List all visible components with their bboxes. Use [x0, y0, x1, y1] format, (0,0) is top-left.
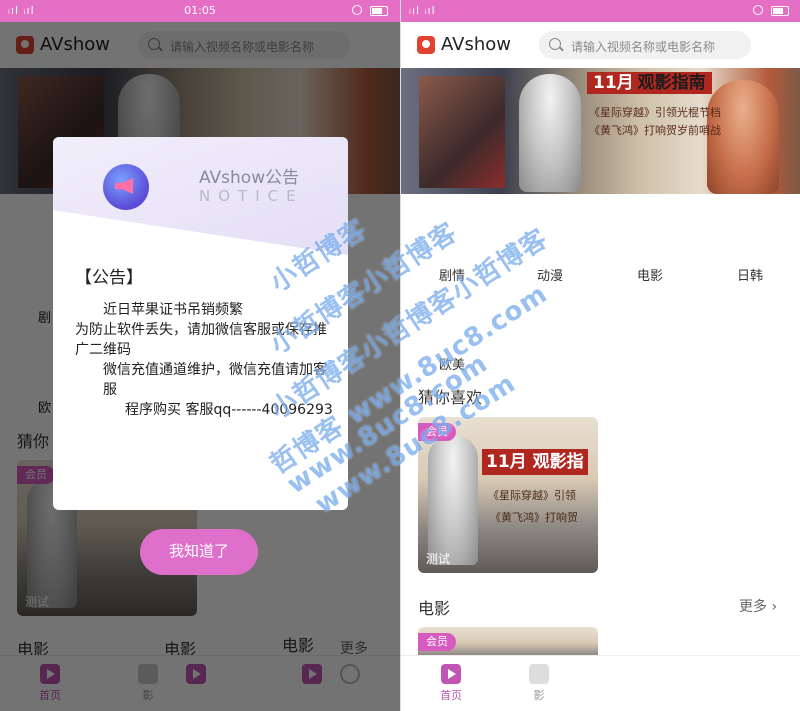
dialog-heading: 【公告】	[75, 268, 143, 288]
category-item[interactable]: 欧美	[439, 354, 465, 373]
category-item[interactable]: 电影	[637, 265, 663, 284]
clock: 01:05	[184, 4, 216, 17]
battery-icon	[771, 6, 789, 16]
right-phone-screen: ᵢıl ᵢıl AVshow 请输入视频名称或电影名称 11月 观影指南 《星际穿…	[400, 0, 800, 711]
card-caption: 测试	[426, 552, 451, 566]
banner-line: 《黄飞鸿》打响贺岁前哨战	[589, 124, 721, 137]
app-logo-icon	[417, 36, 435, 54]
tab-second-icon	[529, 664, 549, 684]
tab-second-label: 影	[533, 689, 545, 702]
banner-heading: 11月 观影指南	[587, 72, 712, 94]
card-cover-heading: 11月 观影指	[482, 449, 588, 475]
banner[interactable]: 11月 观影指南 《星际穿越》引领光棍节档 《黄飞鸿》打响贺岁前哨战	[401, 68, 800, 194]
section-title-movies: 电影	[418, 599, 451, 618]
dialog-line: 微信充值通道维护，微信充值请加客服	[103, 362, 327, 398]
dialog-body: 近日苹果证书吊销频繁 为防止软件丢失，请加微信客服或保存推广二维码 微信充值通道…	[75, 300, 333, 420]
bottom-tab-bar: 首页 影	[401, 655, 800, 711]
play-icon	[441, 664, 461, 684]
chevron-right-icon: ›	[771, 599, 778, 615]
app-header: AVshow 请输入视频名称或电影名称	[401, 22, 800, 68]
dialog-line: 近日苹果证书吊销频繁	[103, 302, 243, 318]
section-title-guess: 猜你喜欢	[418, 388, 483, 407]
dialog-line: 程序购买 客服qq------40096293	[125, 402, 333, 418]
tab-second[interactable]: 影	[509, 664, 569, 703]
status-bar: ᵢıl ᵢıl 01:05	[0, 0, 400, 22]
banner-astronaut	[519, 74, 581, 192]
banner-heading-month: 11月	[593, 73, 634, 93]
tab-home-label: 首页	[440, 689, 462, 702]
search-input[interactable]: 请输入视频名称或电影名称	[539, 31, 751, 59]
more-label: 更多	[739, 599, 767, 615]
category-item[interactable]: 动漫	[537, 265, 563, 284]
card-cover-line: 《星际穿越》引领	[488, 489, 576, 502]
banner-line: 《星际穿越》引领光棍节档	[589, 106, 721, 119]
rotation-lock-icon	[753, 5, 763, 15]
signal-icon: ᵢıl ᵢıl	[409, 4, 436, 17]
video-card[interactable]: 11月 观影指 《星际穿越》引领 《黄飞鸿》打响贺 会员 测试	[418, 417, 598, 573]
app-name: AVshow	[441, 34, 511, 55]
search-placeholder: 请输入视频名称或电影名称	[571, 40, 716, 54]
member-badge: 会员	[418, 423, 456, 441]
dialog-line: 为防止软件丢失，请加微信客服或保存推广二维码	[75, 322, 327, 358]
battery-icon	[370, 6, 388, 16]
search-icon	[549, 38, 561, 50]
banner-poster	[419, 76, 505, 188]
rotation-lock-icon	[352, 5, 362, 15]
left-phone-screen: ᵢıl ᵢıl 01:05 AVshow 请输入视频名称或电影名称 剧 欧 猜你…	[0, 0, 400, 711]
notice-dialog: AVshow公告 NOTICE 【公告】 近日苹果证书吊销频繁 为防止软件丢失，…	[53, 137, 348, 510]
member-badge: 会员	[418, 633, 456, 651]
card-figure	[428, 435, 478, 565]
category-item[interactable]: 日韩	[737, 265, 763, 284]
more-link[interactable]: 更多 ›	[739, 596, 777, 616]
category-item[interactable]: 剧情	[439, 265, 465, 284]
tab-home[interactable]: 首页	[421, 664, 481, 703]
dialog-title: AVshow公告	[199, 168, 300, 188]
dialog-subtitle: NOTICE	[199, 187, 304, 205]
megaphone-icon	[103, 164, 149, 210]
banner-heading-title: 观影指南	[637, 73, 706, 93]
card-cover-line: 《黄飞鸿》打响贺	[490, 511, 578, 524]
status-bar: ᵢıl ᵢıl	[401, 0, 800, 22]
acknowledge-button[interactable]: 我知道了	[140, 529, 258, 575]
screenshot-root: ᵢıl ᵢıl 01:05 AVshow 请输入视频名称或电影名称 剧 欧 猜你…	[0, 0, 800, 711]
